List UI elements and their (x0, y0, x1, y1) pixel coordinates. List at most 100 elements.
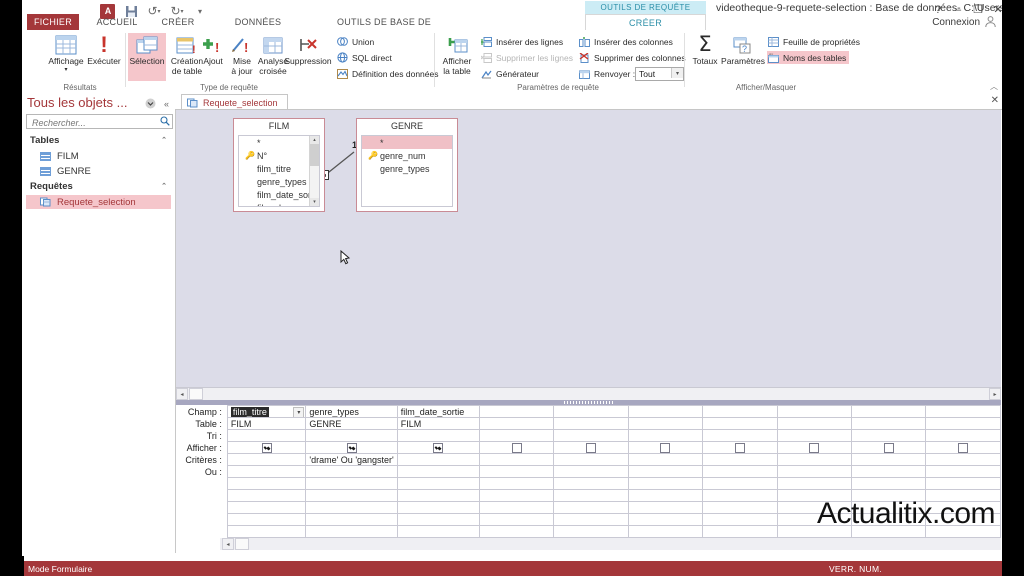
grid-cell-table[interactable]: FILM (226, 417, 307, 430)
grid-cell-champ[interactable]: film_titre ▾ (226, 405, 307, 418)
grid-cell-criteres[interactable] (396, 453, 480, 466)
afficher-checkbox[interactable] (958, 442, 969, 453)
grid-cell-criteres[interactable] (851, 453, 927, 466)
table-field-list-genre[interactable]: * 🔑 genre_num genre_types (361, 135, 453, 207)
scrollbar-thumb[interactable] (310, 144, 319, 166)
grid-cell-blank[interactable] (396, 513, 480, 526)
table-box-film[interactable]: FILM * 🔑 N° film_titre genre_types film_… (233, 118, 325, 212)
field-row[interactable]: film_titre (239, 162, 319, 175)
grid-cell-table[interactable]: FILM (396, 417, 480, 430)
grid-row-afficher[interactable]: Afficher : (176, 441, 1001, 454)
grid-cell-ou[interactable] (305, 465, 398, 478)
sql-direct-item[interactable]: SQL direct (336, 51, 392, 64)
collapse-ribbon-button[interactable]: ︿ (990, 81, 998, 92)
chevron-down-circle-icon[interactable] (145, 98, 156, 109)
grid-cell-tri[interactable] (396, 429, 480, 442)
parametres-button[interactable]: ? Paramètres (721, 33, 765, 81)
grid-cell-blank[interactable] (305, 501, 398, 514)
afficher-checkbox[interactable] (433, 442, 444, 453)
grid-cell-blank[interactable] (553, 501, 629, 514)
grid-row-blank[interactable] (176, 477, 1001, 490)
generateur-item[interactable]: Générateur (480, 67, 539, 80)
grid-cell-blank[interactable] (702, 477, 778, 490)
scroll-up-icon[interactable]: ▴ (310, 136, 319, 144)
scroll-left-icon[interactable]: ◂ (176, 388, 188, 400)
grid-row-ou[interactable]: Ou : (176, 465, 1001, 478)
selection-query-button[interactable]: Sélection (128, 33, 166, 81)
grid-cell-blank[interactable] (627, 513, 704, 526)
grid-cell-blank[interactable] (226, 513, 307, 526)
grid-cell-blank[interactable] (478, 501, 555, 514)
grid-cell-table[interactable]: GENRE (305, 417, 398, 430)
field-row[interactable]: film_duree (239, 201, 319, 207)
field-row[interactable]: genre_types (362, 162, 452, 175)
field-row[interactable]: genre_types (239, 175, 319, 188)
afficher-checkbox[interactable] (809, 442, 820, 453)
grid-cell-table[interactable] (553, 417, 629, 430)
grid-cell-blank[interactable] (553, 477, 629, 490)
tab-accueil[interactable]: ACCUEIL (88, 14, 146, 30)
grid-cell-tri[interactable] (305, 429, 398, 442)
grid-cell-blank[interactable] (627, 501, 704, 514)
grid-cell-criteres[interactable] (776, 453, 853, 466)
query-grid-pane[interactable]: Champ : film_titre ▾ genre_types film_dat… (176, 405, 1001, 553)
afficher-la-table-button[interactable]: Afficher la table (437, 33, 477, 81)
grid-cell-champ[interactable] (627, 405, 704, 418)
scroll-down-icon[interactable]: ▾ (310, 198, 319, 206)
double-chevron-left-icon[interactable]: « (161, 98, 172, 109)
grid-cell-blank[interactable] (627, 525, 704, 538)
grid-cell-champ[interactable] (851, 405, 927, 418)
grid-cell-table[interactable] (851, 417, 927, 430)
search-input[interactable] (30, 116, 154, 129)
scrollbar-thumb[interactable] (235, 538, 249, 550)
grid-cell-afficher[interactable] (478, 441, 555, 454)
nav-group-requetes[interactable]: Requêtes ⌃ (26, 179, 171, 193)
tab-creer-query-tools[interactable]: CRÉER (585, 14, 706, 30)
grid-cell-blank[interactable] (305, 477, 398, 490)
grid-cell-blank[interactable] (478, 513, 555, 526)
grid-cell-champ[interactable] (702, 405, 778, 418)
document-tab-requete-selection[interactable]: Requete_selection (181, 94, 288, 110)
grid-cell-blank[interactable] (305, 513, 398, 526)
tab-fichier[interactable]: FICHIER (27, 14, 79, 30)
sidebar-item-film[interactable]: FILM (26, 149, 171, 163)
grid-cell-ou[interactable] (851, 465, 927, 478)
definition-donnees-item[interactable]: Définition des données (336, 67, 438, 80)
grid-row-champ[interactable]: Champ : film_titre ▾ genre_types film_dat… (176, 405, 1001, 418)
table-field-list-film[interactable]: * 🔑 N° film_titre genre_types film_date_… (238, 135, 320, 207)
grid-cell-blank[interactable] (553, 525, 629, 538)
grid-cell-table[interactable] (478, 417, 555, 430)
grid-cell-champ[interactable] (553, 405, 629, 418)
grid-cell-criteres[interactable] (553, 453, 629, 466)
supprimer-colonnes-item[interactable]: Supprimer des colonnes (578, 51, 686, 64)
grid-cell-tri[interactable] (553, 429, 629, 442)
grid-row-tri[interactable]: Tri : (176, 429, 1001, 442)
grid-cell-afficher[interactable] (396, 441, 480, 454)
grid-cell-criteres[interactable] (702, 453, 778, 466)
grid-cell-blank[interactable] (226, 489, 307, 502)
grid-cell-afficher[interactable] (627, 441, 704, 454)
grid-cell-criteres[interactable] (627, 453, 704, 466)
affichage-button[interactable]: Affichage ▾ (44, 33, 88, 81)
grid-cell-champ[interactable]: film_date_sortie (396, 405, 480, 418)
grid-cell-blank[interactable] (396, 525, 480, 538)
grid-cell-blank[interactable] (627, 477, 704, 490)
grid-cell-criteres[interactable] (925, 453, 1001, 466)
grid-cell-table[interactable] (925, 417, 1001, 430)
grid-cell-blank[interactable] (305, 525, 398, 538)
afficher-checkbox[interactable] (883, 442, 894, 453)
grid-cell-criteres[interactable] (478, 453, 555, 466)
grid-cell-tri[interactable] (226, 429, 307, 442)
grid-cell-tri[interactable] (478, 429, 555, 442)
grid-cell-afficher[interactable] (702, 441, 778, 454)
grid-cell-tri[interactable] (702, 429, 778, 442)
grid-cell-blank[interactable] (702, 489, 778, 502)
grid-cell-ou[interactable] (776, 465, 853, 478)
mise-a-jour-button[interactable]: ! Mise à jour (226, 33, 258, 81)
grid-cell-blank[interactable] (702, 501, 778, 514)
afficher-checkbox[interactable] (511, 442, 522, 453)
grid-cell-afficher[interactable] (226, 441, 307, 454)
field-row[interactable]: * (362, 136, 452, 149)
grid-cell-tri[interactable] (851, 429, 927, 442)
search-box[interactable] (26, 114, 173, 129)
